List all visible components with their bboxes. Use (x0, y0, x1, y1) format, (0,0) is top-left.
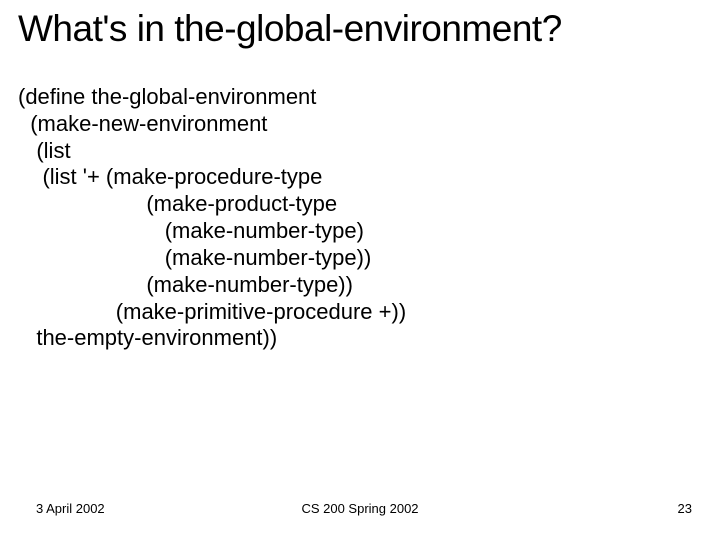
footer-page: 23 (678, 501, 692, 516)
code-line: (make-product-type (18, 191, 702, 218)
slide-title: What's in the-global-environment? (18, 8, 702, 50)
code-line: (list '+ (make-procedure-type (18, 164, 702, 191)
code-line: (list (18, 138, 702, 165)
code-line: (make-number-type) (18, 218, 702, 245)
footer-date: 3 April 2002 (36, 501, 105, 516)
code-line: (define the-global-environment (18, 84, 702, 111)
code-line: (make-primitive-procedure +)) (18, 299, 702, 326)
code-line: (make-number-type)) (18, 245, 702, 272)
code-line: (make-new-environment (18, 111, 702, 138)
code-line: the-empty-environment)) (18, 325, 702, 352)
footer: 3 April 2002 CS 200 Spring 2002 23 (0, 501, 720, 516)
code-line: (make-number-type)) (18, 272, 702, 299)
slide: What's in the-global-environment? (defin… (0, 0, 720, 540)
footer-course: CS 200 Spring 2002 (301, 501, 418, 516)
code-block: (define the-global-environment (make-new… (18, 84, 702, 352)
